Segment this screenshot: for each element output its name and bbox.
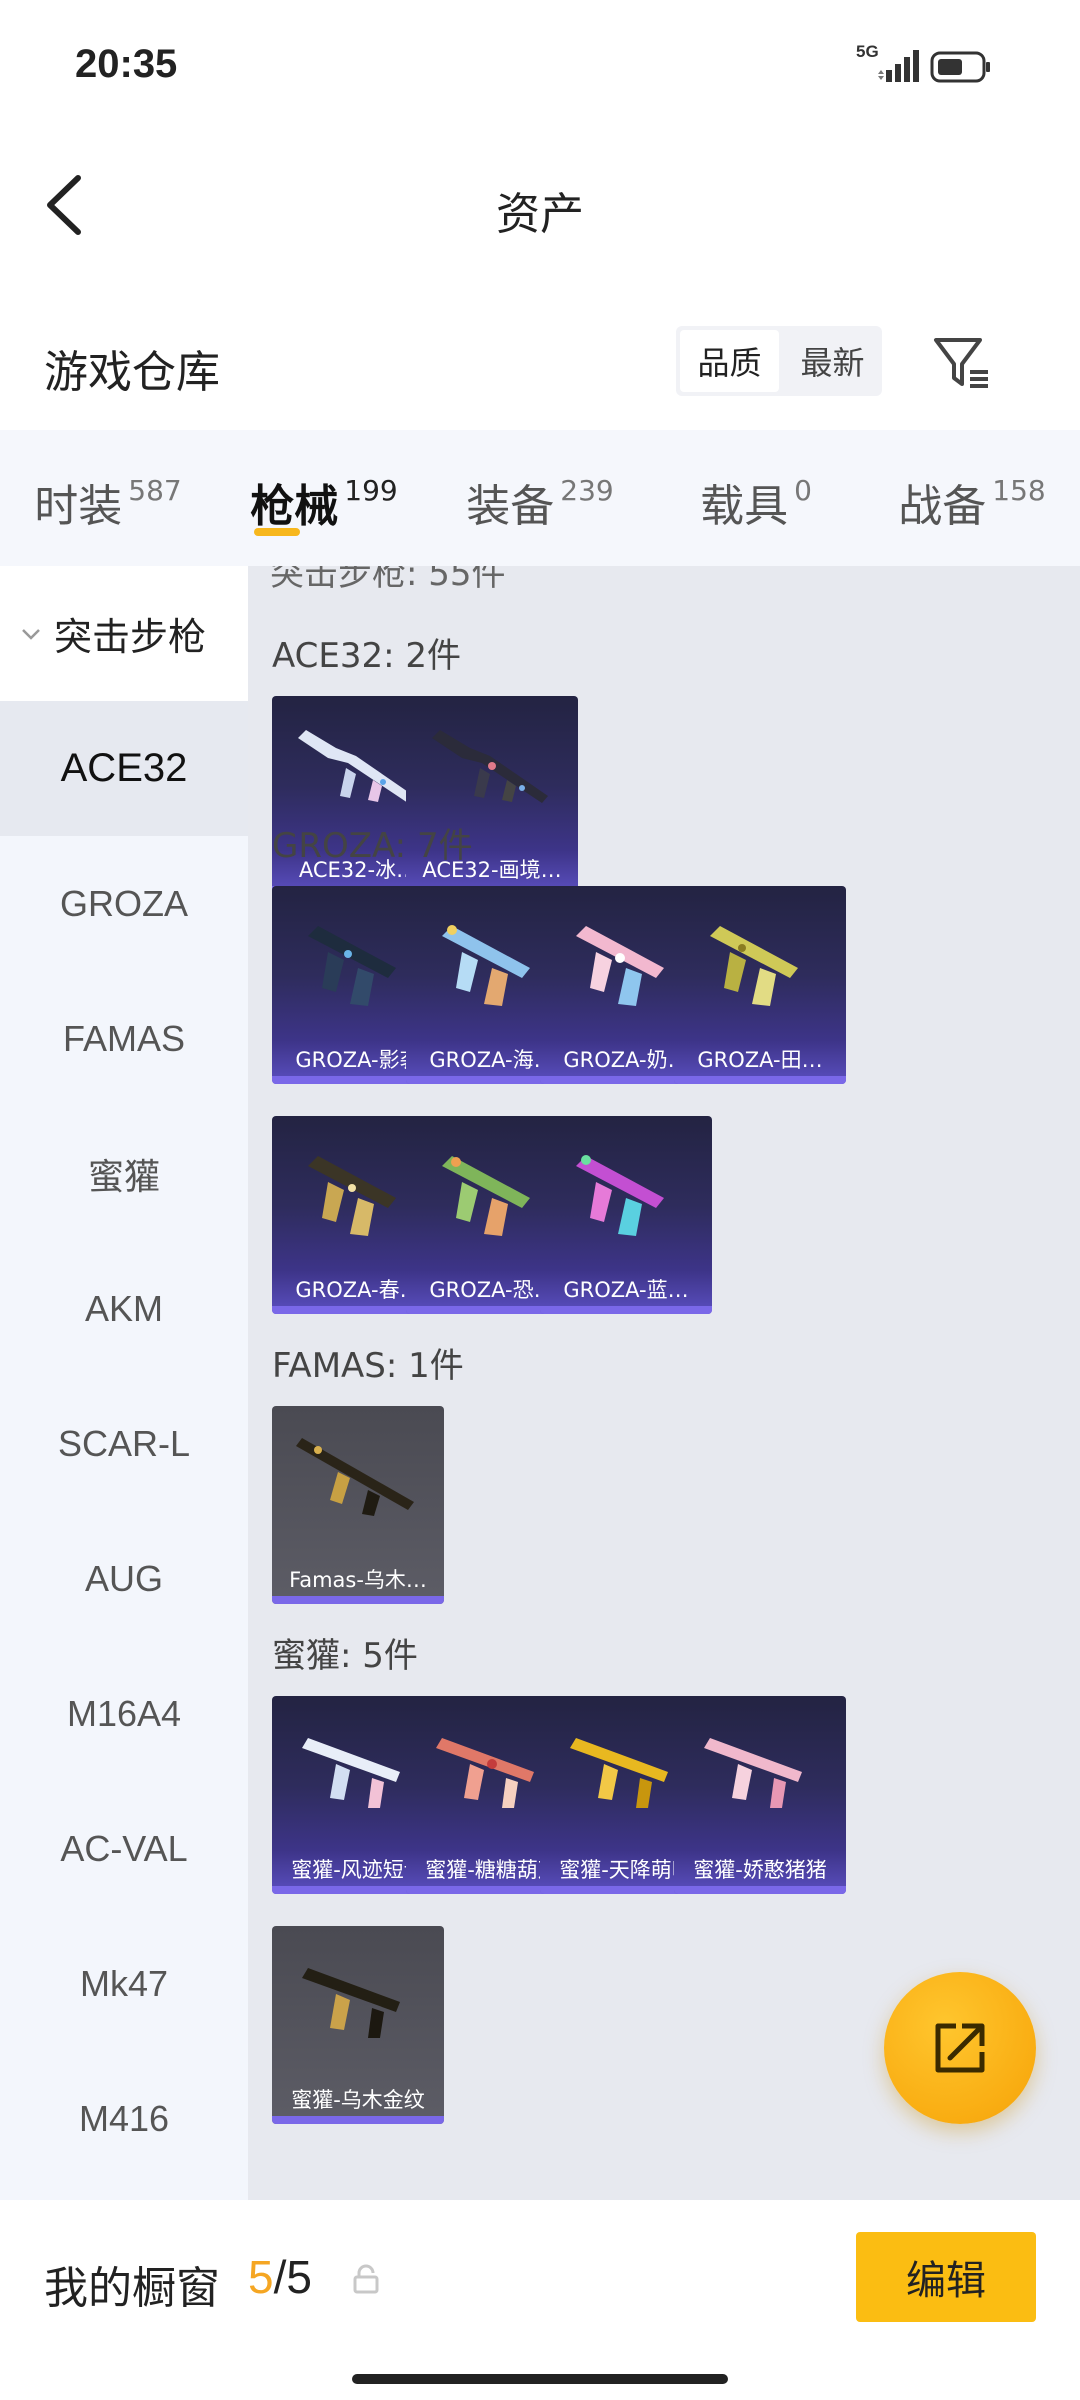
- sidebar-item-groza[interactable]: GROZA: [0, 836, 248, 971]
- warehouse-row: 游戏仓库 品质 最新: [0, 300, 1080, 420]
- tab-label: 战备: [898, 481, 987, 532]
- section-title: ACE32: 2件: [272, 636, 462, 676]
- sidebar-item-mk47[interactable]: Mk47: [0, 1916, 248, 2051]
- tab-label: 时装: [34, 481, 123, 532]
- rifle-skin-image: [432, 730, 548, 803]
- showcase-current: 5: [248, 2251, 274, 2303]
- rarity-bar: [674, 1886, 846, 1894]
- battery-icon: [930, 51, 990, 83]
- edit-button[interactable]: 编辑: [856, 2232, 1036, 2322]
- chevron-down-icon: [22, 628, 40, 640]
- smg-skin-image: [576, 1155, 664, 1236]
- weapon-card[interactable]: 蜜獾-乌木金纹: [272, 1926, 444, 2124]
- showcase-total: /5: [273, 2251, 312, 2303]
- weapon-name: GROZA-田…: [697, 1048, 823, 1072]
- weapon-name: 蜜獾-娇憨猪猪: [693, 1858, 827, 1882]
- weapon-sidebar: 突击步枪 ACE32 GROZA FAMAS 蜜獾 AKM SCAR-L AUG…: [0, 566, 248, 2200]
- rarity-bar: [540, 1306, 712, 1314]
- tab-count: 158: [992, 474, 1046, 507]
- sidebar-item-famas[interactable]: FAMAS: [0, 971, 248, 1106]
- sort-toggle: 品质 最新: [676, 326, 882, 396]
- section-title-cut: 突击步枪: 55件: [270, 566, 506, 594]
- tab-label: 载具: [700, 481, 789, 532]
- rifle-skin-image: [296, 1438, 414, 1516]
- weapon-card[interactable]: GROZA-田…: [674, 886, 846, 1084]
- tab-label: 装备: [466, 481, 555, 532]
- smg-skin-image: [710, 926, 798, 1006]
- weapon-card[interactable]: Famas-乌木…: [272, 1406, 444, 1604]
- sidebar-item-ace32[interactable]: ACE32: [0, 701, 248, 836]
- sort-newest-button[interactable]: 最新: [783, 326, 882, 396]
- sidebar-item-akm[interactable]: AKM: [0, 1241, 248, 1376]
- tab-combat-gear[interactable]: 战备 158: [864, 430, 1080, 566]
- smg-skin-image: [704, 1738, 802, 1808]
- sidebar-item-honey-badger[interactable]: 蜜獾: [0, 1106, 248, 1241]
- status-bar: 20:35 5G: [0, 0, 1080, 140]
- tab-vehicles[interactable]: 载具 0: [648, 430, 864, 566]
- showcase-label: 我的橱窗: [44, 2263, 220, 2314]
- warehouse-title: 游戏仓库: [44, 347, 220, 398]
- tab-firearms[interactable]: 枪械 199: [216, 430, 432, 566]
- external-link-icon: [935, 2023, 985, 2073]
- sidebar-item-m16a4[interactable]: M16A4: [0, 1646, 248, 1781]
- rarity-bar: [674, 1076, 846, 1084]
- signal-icon: [878, 50, 919, 82]
- sidebar-group-assault-rifles[interactable]: 突击步枪: [0, 566, 248, 701]
- status-time: 20:35: [75, 42, 178, 86]
- showcase-bar: 我的橱窗 5/5 编辑: [0, 2200, 1080, 2400]
- tab-count: 239: [560, 474, 614, 507]
- home-indicator: [352, 2374, 728, 2384]
- tab-count: 199: [344, 474, 398, 507]
- rarity-bar: [272, 1596, 444, 1604]
- sidebar-group-label: 突击步枪: [54, 615, 207, 659]
- tab-fashion[interactable]: 时装 587: [0, 430, 216, 566]
- smg-skin-image: [302, 1968, 400, 2038]
- active-tab-indicator: [254, 528, 300, 536]
- category-tabs: 时装 587 枪械 199 装备 239 载具 0 战备 158: [0, 430, 1080, 566]
- sidebar-item-m416[interactable]: M416: [0, 2051, 248, 2186]
- tab-equipment[interactable]: 装备 239: [432, 430, 648, 566]
- share-button[interactable]: [884, 1972, 1036, 2124]
- sort-quality-button[interactable]: 品质: [680, 330, 779, 392]
- rarity-bar: [272, 2116, 444, 2124]
- section-title: GROZA: 7件: [272, 826, 473, 866]
- weapon-name: Famas-乌木…: [289, 1568, 427, 1592]
- section-title: FAMAS: 1件: [272, 1346, 464, 1386]
- header: 资产: [0, 140, 1080, 270]
- sidebar-item-ac-val[interactable]: AC-VAL: [0, 1781, 248, 1916]
- weapon-grid: 突击步枪: 55件 ACE32: 2件 ACE32-冰… ACE32-画境… G…: [248, 566, 1080, 2200]
- weapon-card[interactable]: GROZA-蓝…: [540, 1116, 712, 1314]
- sidebar-item-aug[interactable]: AUG: [0, 1511, 248, 1646]
- tab-count: 0: [794, 474, 812, 507]
- showcase-count: 5/5: [248, 2250, 312, 2304]
- section-title: 蜜獾: 5件: [272, 1636, 418, 1676]
- weapon-card[interactable]: 蜜獾-娇憨猪猪: [674, 1696, 846, 1894]
- lock-icon: [353, 2264, 379, 2294]
- weapon-name: GROZA-蓝…: [563, 1278, 689, 1302]
- sidebar-item-scar-l[interactable]: SCAR-L: [0, 1376, 248, 1511]
- tab-count: 587: [128, 474, 182, 507]
- tab-label: 枪械: [250, 481, 339, 532]
- weapon-name: 蜜獾-乌木金纹: [291, 2088, 425, 2112]
- filter-icon[interactable]: [930, 330, 994, 394]
- page-title: 资产: [496, 189, 584, 240]
